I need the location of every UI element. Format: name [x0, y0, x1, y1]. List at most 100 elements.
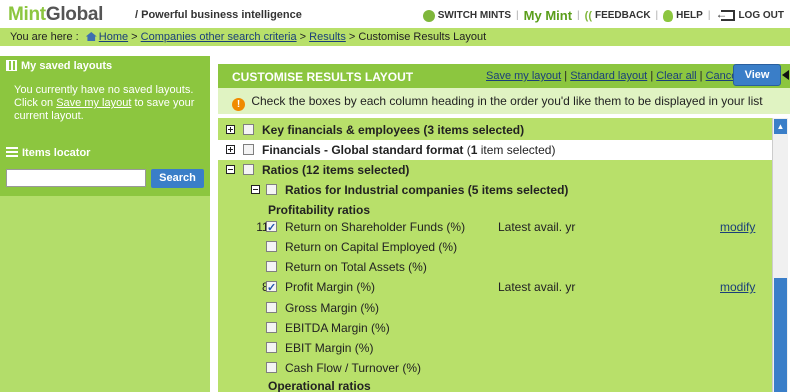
- checkbox[interactable]: [266, 261, 277, 272]
- view-button[interactable]: View: [733, 64, 781, 86]
- list-item[interactable]: Cash Flow / Turnover (%): [218, 358, 772, 378]
- group-label: Financials - Global standard format (1 i…: [262, 140, 555, 160]
- feedback-link[interactable]: FEEDBACK: [595, 10, 651, 21]
- link-separator: |: [564, 70, 568, 82]
- link-separator: |: [699, 70, 703, 82]
- checkbox-checked[interactable]: [266, 278, 277, 298]
- top-header: MintGlobal / Powerful business intellige…: [0, 0, 790, 28]
- modify-link[interactable]: modify: [720, 277, 755, 297]
- breadcrumb-separator: >: [299, 31, 307, 43]
- mintglobal-logo[interactable]: MintGlobal: [8, 4, 103, 26]
- checkbox[interactable]: [266, 362, 277, 373]
- list-item[interactable]: EBIT Margin (%): [218, 338, 772, 358]
- group-title: Ratios: [262, 163, 299, 177]
- standard-layout-link[interactable]: Standard layout: [570, 70, 647, 82]
- link-separator: |: [650, 70, 654, 82]
- group-key-financials[interactable]: Key financials & employees (3 items sele…: [218, 120, 772, 140]
- item-period: Latest avail. yr: [498, 220, 576, 234]
- items-locator-panel: [0, 196, 210, 392]
- breadcrumb: You are here : Home > Companies other se…: [0, 28, 790, 46]
- logo-mint-text: Mint: [8, 4, 46, 25]
- checkbox[interactable]: [243, 164, 254, 175]
- item-label: Profit Margin (%): [285, 280, 376, 294]
- save-my-layout-sidebar-link[interactable]: Save my layout: [56, 97, 131, 109]
- checkbox[interactable]: [266, 322, 277, 333]
- items-locator-input[interactable]: [6, 169, 146, 187]
- checkbox[interactable]: [266, 342, 277, 353]
- save-my-layout-link[interactable]: Save my layout: [486, 70, 561, 82]
- help-link[interactable]: HELP: [676, 10, 703, 21]
- page-title: CUSTOMISE RESULTS LAYOUT: [232, 70, 414, 84]
- vertical-scrollbar[interactable]: ▲: [772, 118, 788, 392]
- subgroup-industrial[interactable]: Ratios for Industrial companies (5 items…: [218, 180, 772, 200]
- breadcrumb-separator: >: [348, 31, 356, 43]
- switch-mints-icon: [422, 9, 435, 22]
- list-icon: [6, 147, 18, 158]
- layouts-grid-icon: [6, 60, 17, 71]
- my-mint-link[interactable]: My Mint: [524, 8, 572, 23]
- items-locator-title: Items locator: [22, 147, 91, 159]
- saved-layouts-title: My saved layouts: [21, 60, 113, 72]
- scroll-thumb[interactable]: [774, 278, 787, 392]
- item-label: Return on Shareholder Funds (%): [285, 220, 466, 234]
- feedback-icon: ((: [584, 9, 592, 22]
- warning-icon: !: [232, 98, 245, 111]
- item-label: Cash Flow / Turnover (%): [285, 361, 422, 375]
- selected-count: (5 items selected): [467, 183, 569, 197]
- breadcrumb-separator: >: [131, 31, 138, 43]
- item-label: Return on Total Assets (%): [285, 260, 427, 274]
- nav-divider: |: [655, 10, 659, 21]
- help-bulb-icon: [663, 9, 674, 22]
- expand-icon[interactable]: [226, 125, 235, 134]
- checkbox[interactable]: [266, 241, 277, 252]
- nav-divider: |: [707, 10, 711, 21]
- group-label: Ratios (12 items selected): [262, 160, 409, 180]
- logout-icon: [715, 7, 736, 21]
- checkbox[interactable]: [266, 302, 277, 313]
- collapse-icon[interactable]: [226, 165, 235, 174]
- instruction-bar: ! Check the boxes by each column heading…: [218, 88, 790, 114]
- breadcrumb-prefix: You are here :: [10, 31, 79, 43]
- item-label: Gross Margin (%): [285, 301, 380, 315]
- breadcrumb-results[interactable]: Results: [309, 31, 346, 43]
- list-item[interactable]: Gross Margin (%): [218, 298, 772, 318]
- search-button[interactable]: Search: [151, 169, 204, 188]
- item-label: EBIT Margin (%): [285, 341, 374, 355]
- list-item[interactable]: 8. Profit Margin (%) Latest avail. yr mo…: [218, 277, 772, 298]
- list-item[interactable]: Return on Total Assets (%): [218, 257, 772, 277]
- selected-count: (3 items selected): [423, 123, 525, 137]
- selected-count-text: item selected): [480, 143, 556, 157]
- selected-count: (12 items selected): [302, 163, 410, 177]
- items-locator-heading: Items locator: [6, 147, 90, 159]
- group-ratios[interactable]: Ratios (12 items selected): [218, 160, 772, 180]
- group-label: Key financials & employees (3 items sele…: [262, 120, 524, 140]
- clear-all-link[interactable]: Clear all: [656, 70, 696, 82]
- breadcrumb-home[interactable]: Home: [99, 31, 128, 43]
- checkbox[interactable]: [266, 184, 277, 195]
- checkbox[interactable]: [243, 124, 254, 135]
- expand-icon[interactable]: [226, 145, 235, 154]
- group-financials-global[interactable]: Financials - Global standard format (1 i…: [218, 140, 772, 160]
- column-selection-list: Key financials & employees (3 items sele…: [218, 118, 772, 392]
- customise-layout-header: CUSTOMISE RESULTS LAYOUT Save my layout …: [218, 64, 790, 88]
- instruction-text: Check the boxes by each column heading i…: [251, 94, 763, 108]
- pointer-arrow-icon: [782, 70, 789, 80]
- top-nav: SWITCH MINTS | My Mint | (( FEEDBACK | H…: [422, 7, 784, 23]
- breadcrumb-companies[interactable]: Companies other search criteria: [141, 31, 297, 43]
- nav-divider: |: [577, 10, 580, 21]
- category-operational: Operational ratios: [268, 379, 371, 392]
- tagline: / Powerful business intelligence: [135, 9, 302, 21]
- checkbox-checked[interactable]: [266, 218, 277, 238]
- list-item[interactable]: Return on Capital Employed (%): [218, 237, 772, 257]
- collapse-icon[interactable]: [251, 185, 260, 194]
- breadcrumb-current: Customise Results Layout: [358, 31, 487, 43]
- checkbox[interactable]: [243, 144, 254, 155]
- scroll-up-icon[interactable]: ▲: [774, 119, 787, 134]
- list-item[interactable]: EBITDA Margin (%): [218, 318, 772, 338]
- layout-actions: Save my layout | Standard layout | Clear…: [486, 70, 740, 82]
- saved-layouts-text: You currently have no saved layouts. Cli…: [14, 84, 204, 123]
- modify-link[interactable]: modify: [720, 217, 755, 237]
- switch-mints-link[interactable]: SWITCH MINTS: [438, 10, 511, 21]
- list-item[interactable]: 11. Return on Shareholder Funds (%) Late…: [218, 217, 772, 238]
- logout-link[interactable]: LOG OUT: [738, 10, 784, 21]
